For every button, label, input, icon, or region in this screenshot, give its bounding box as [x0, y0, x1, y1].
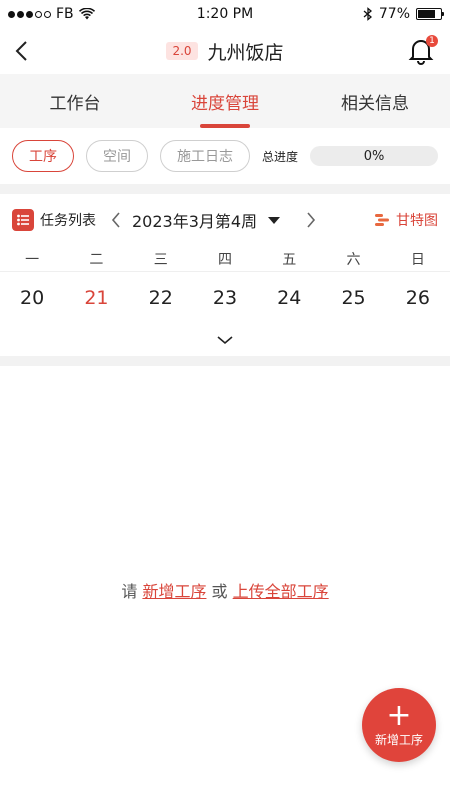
- status-right: 77%: [363, 6, 444, 22]
- battery-icon: [416, 8, 444, 20]
- date-row: 20 21 22 23 24 25 26: [0, 272, 450, 324]
- signal-strength-icon: [8, 10, 51, 18]
- plus-icon: +: [386, 697, 412, 733]
- tab-label: 相关信息: [341, 93, 409, 114]
- carrier-name: FB: [56, 6, 74, 22]
- add-process-fab[interactable]: + 新增工序: [362, 688, 436, 762]
- filter-space[interactable]: 空间: [86, 140, 148, 172]
- empty-middle: 或: [211, 582, 228, 601]
- tab-progress[interactable]: 进度管理: [150, 74, 300, 128]
- progress-bar: 0%: [310, 146, 438, 166]
- chevron-down-icon: [217, 336, 233, 345]
- back-arrow-icon[interactable]: [14, 40, 30, 62]
- fab-label: 新增工序: [374, 732, 423, 747]
- date-cell[interactable]: 26: [386, 287, 450, 309]
- date-cell[interactable]: 22: [129, 287, 193, 309]
- weekday-label: 一: [25, 251, 40, 268]
- status-bar: FB 1:20 PM 77%: [0, 0, 450, 28]
- gantt-icon: [375, 214, 389, 226]
- next-week-icon[interactable]: [305, 211, 317, 229]
- notification-button[interactable]: 1: [408, 35, 438, 65]
- dropdown-caret-icon[interactable]: [267, 215, 281, 225]
- weekday-label: 四: [217, 251, 232, 268]
- weekday-row: 一 二 三 四 五 六 日: [0, 246, 450, 272]
- section-divider: [0, 356, 450, 366]
- weekday-label: 六: [346, 251, 361, 268]
- nav-bar: 2.0 九州饭店 1: [0, 28, 450, 74]
- tab-workbench[interactable]: 工作台: [0, 74, 150, 128]
- weekday-label: 五: [282, 251, 297, 268]
- notification-badge: 1: [426, 35, 438, 47]
- week-navigator: 2023年3月第4周: [110, 208, 374, 232]
- section-divider: [0, 184, 450, 194]
- status-left: FB: [8, 6, 95, 22]
- bluetooth-icon: [363, 7, 372, 21]
- weekday-label: 日: [410, 251, 425, 268]
- weekday-label: 二: [89, 251, 104, 268]
- filter-process[interactable]: 工序: [12, 140, 74, 172]
- battery-percent: 77%: [378, 6, 410, 22]
- week-header: 任务列表 2023年3月第4周 甘特图: [0, 194, 450, 246]
- expand-calendar-button[interactable]: [0, 324, 450, 356]
- task-list-label: 任务列表: [40, 213, 96, 229]
- tab-related-info[interactable]: 相关信息: [300, 74, 450, 128]
- filter-construction-log[interactable]: 施工日志: [160, 140, 250, 172]
- progress-label: 总进度: [262, 149, 299, 164]
- version-badge: 2.0: [166, 42, 198, 60]
- date-cell[interactable]: 25: [321, 287, 385, 309]
- nav-title-group: 2.0 九州饭店: [0, 38, 450, 65]
- date-cell[interactable]: 20: [0, 287, 64, 309]
- weekday-label: 三: [153, 251, 168, 268]
- gantt-button[interactable]: 甘特图: [374, 210, 438, 230]
- date-cell-today[interactable]: 21: [64, 287, 128, 309]
- tab-label: 工作台: [49, 93, 101, 114]
- date-cell[interactable]: 24: [257, 287, 321, 309]
- progress-value: 0%: [363, 148, 385, 164]
- add-process-link[interactable]: 新增工序: [142, 582, 206, 601]
- empty-state: 请 新增工序 或 上传全部工序: [0, 578, 450, 602]
- tab-bar: 工作台 进度管理 相关信息: [0, 74, 450, 128]
- task-list-button[interactable]: 任务列表: [12, 209, 96, 231]
- gantt-label: 甘特图: [396, 213, 438, 229]
- upload-all-processes-link[interactable]: 上传全部工序: [233, 582, 329, 601]
- tab-label: 进度管理: [191, 93, 259, 114]
- empty-prefix: 请: [121, 582, 138, 601]
- wifi-icon: [78, 8, 95, 20]
- date-cell[interactable]: 23: [193, 287, 257, 309]
- week-label[interactable]: 2023年3月第4周: [132, 208, 257, 232]
- filter-row: 工序 空间 施工日志 总进度 0%: [0, 128, 450, 184]
- page-title: 九州饭店: [207, 41, 284, 64]
- task-list-icon: [12, 209, 34, 231]
- prev-week-icon[interactable]: [110, 211, 122, 229]
